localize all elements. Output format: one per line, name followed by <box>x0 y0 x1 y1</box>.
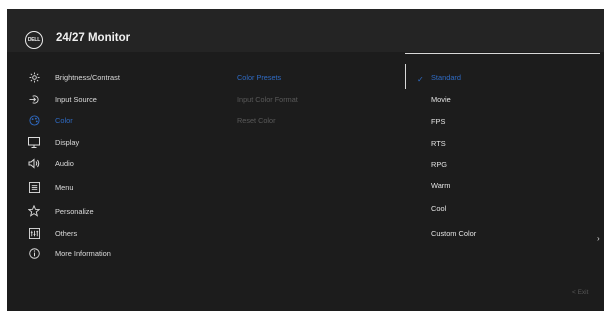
display-icon <box>27 136 41 148</box>
menu-item-menu[interactable]: Menu <box>27 180 74 194</box>
menu-label: Display <box>55 137 80 147</box>
input-source-icon <box>27 93 41 105</box>
submenu-reset-color[interactable]: Reset Color <box>237 116 276 125</box>
audio-icon <box>27 157 41 169</box>
menu-item-input-source[interactable]: Input Source <box>27 92 97 106</box>
menu-item-display[interactable]: Display <box>27 135 79 149</box>
selection-indicator <box>405 64 406 89</box>
menu-label: Brightness/Contrast <box>55 72 120 82</box>
menu-label: Audio <box>55 158 74 168</box>
osd-header: DELL 24/27 Monitor <box>7 9 604 52</box>
menu-item-color[interactable]: Color <box>27 113 73 127</box>
menu-item-brightness-contrast[interactable]: Brightness/Contrast <box>27 70 120 84</box>
checkmark-icon: ✓ <box>417 75 424 84</box>
option-custom-color[interactable]: Custom Color <box>431 229 476 238</box>
menu-label: Personalize <box>55 206 94 216</box>
submenu-input-color-format[interactable]: Input Color Format <box>237 95 298 104</box>
monitor-osd: DELL 24/27 Monitor Brightness/Contrast I… <box>7 9 604 311</box>
menu-item-personalize[interactable]: Personalize <box>27 204 94 218</box>
submenu-color-presets[interactable]: Color Presets <box>237 73 281 82</box>
menu-label: Color <box>55 115 73 125</box>
menu-item-audio[interactable]: Audio <box>27 156 74 170</box>
option-fps[interactable]: FPS <box>431 117 445 126</box>
page-title: 24/27 Monitor <box>56 32 131 44</box>
star-icon <box>27 205 41 217</box>
menu-label: Menu <box>55 182 74 192</box>
info-icon <box>27 247 41 259</box>
menu-label: More Information <box>55 248 111 258</box>
menu-icon <box>27 181 41 193</box>
option-standard[interactable]: Standard <box>431 73 461 82</box>
dell-logo: DELL <box>25 31 43 49</box>
header-divider <box>405 53 600 54</box>
option-rpg[interactable]: RPG <box>431 160 447 169</box>
menu-label: Others <box>55 228 78 238</box>
menu-item-others[interactable]: Others <box>27 226 77 240</box>
others-icon <box>27 227 41 239</box>
brightness-icon <box>27 71 41 83</box>
menu-item-more-information[interactable]: More Information <box>27 246 111 260</box>
menu-label: Input Source <box>55 94 97 104</box>
chevron-right-icon: › <box>597 234 600 243</box>
option-rts[interactable]: RTS <box>431 139 446 148</box>
exit-button[interactable]: < Exit <box>572 289 588 296</box>
color-icon <box>27 114 41 126</box>
option-cool[interactable]: Cool <box>431 204 446 213</box>
option-warm[interactable]: Warm <box>431 181 450 190</box>
option-movie[interactable]: Movie <box>431 95 451 104</box>
